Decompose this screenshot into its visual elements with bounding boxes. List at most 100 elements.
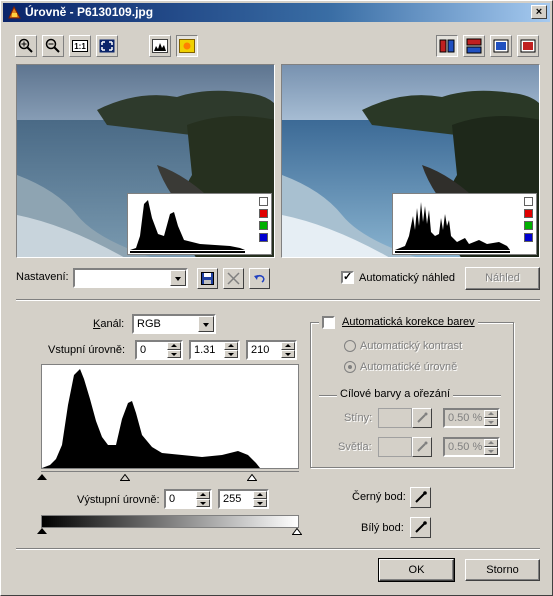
output-white-handle[interactable]	[292, 528, 302, 535]
eyedropper-icon	[417, 441, 428, 452]
spin-down-icon[interactable]	[484, 418, 498, 426]
input-gamma-spinner[interactable]: 1.31	[189, 340, 240, 360]
highlights-eyedropper-button[interactable]	[412, 437, 432, 457]
after-view-icon	[493, 39, 509, 53]
zoom-in-button[interactable]	[15, 35, 37, 57]
spin-down-icon[interactable]	[253, 499, 267, 507]
input-white-value: 210	[251, 344, 270, 356]
spin-up-icon[interactable]	[224, 342, 238, 350]
highlights-color-swatch[interactable]	[378, 437, 412, 457]
channel-swatch-green[interactable]	[524, 221, 533, 230]
spin-down-icon[interactable]	[484, 447, 498, 455]
preview-button[interactable]: Náhled	[465, 267, 540, 290]
settings-combo[interactable]	[73, 268, 188, 288]
split-vertical-view-button[interactable]	[436, 35, 458, 57]
spin-up-icon[interactable]	[484, 439, 498, 447]
single-preview-before-button[interactable]	[517, 35, 539, 57]
spin-up-icon[interactable]	[484, 410, 498, 418]
app-icon	[8, 5, 21, 19]
split-horizontal-icon	[466, 38, 482, 54]
spin-up-icon[interactable]	[196, 491, 210, 499]
input-white-spinner[interactable]: 210	[246, 340, 297, 360]
spin-up-icon[interactable]	[167, 342, 181, 350]
input-black-spinner[interactable]: 0	[135, 340, 183, 360]
output-levels-label: Výstupní úrovně:	[77, 494, 160, 506]
spin-up-icon[interactable]	[253, 491, 267, 499]
eyedropper-icon	[415, 491, 427, 503]
channel-swatch-blue[interactable]	[524, 233, 533, 242]
single-preview-after-button[interactable]	[490, 35, 512, 57]
channel-swatch-red[interactable]	[524, 209, 533, 218]
mini-histogram-after	[392, 193, 537, 255]
spin-down-icon[interactable]	[167, 350, 181, 358]
spin-down-icon[interactable]	[196, 499, 210, 507]
white-point-label: Bílý bod:	[361, 522, 404, 534]
output-gradient-bar	[41, 515, 299, 528]
channel-swatch-all[interactable]	[259, 197, 268, 206]
shadows-label: Stíny:	[344, 412, 373, 424]
auto-preview-label: Automatický náhled	[359, 272, 455, 284]
input-levels-label: Vstupní úrovně:	[48, 344, 126, 356]
histogram-shape	[42, 369, 260, 468]
histogram-toggle-button[interactable]	[149, 35, 171, 57]
spin-down-icon[interactable]	[224, 350, 238, 358]
auto-correct-label: Automatická korekce barev	[342, 316, 475, 328]
auto-levels-label: Automatické úrovně	[360, 361, 458, 373]
auto-correct-header: Automatická korekce barev	[319, 314, 478, 330]
channel-combo[interactable]: RGB	[132, 314, 216, 334]
input-black-handle[interactable]	[37, 474, 47, 480]
preview-after[interactable]	[281, 64, 540, 258]
highlight-clipping-button[interactable]	[176, 35, 198, 57]
spin-up-icon[interactable]	[281, 342, 295, 350]
auto-levels-radio[interactable]	[344, 361, 356, 373]
settings-label: Nastavení:	[16, 271, 69, 283]
output-black-value: 0	[169, 493, 176, 505]
close-button[interactable]: ×	[531, 5, 547, 19]
dropdown-arrow-icon[interactable]	[170, 270, 186, 286]
auto-preview-checkbox[interactable]	[341, 270, 354, 284]
spin-down-icon[interactable]	[281, 350, 295, 358]
mini-histogram-comb-shape	[395, 202, 510, 253]
input-gamma-handle[interactable]	[120, 474, 130, 481]
auto-correct-checkbox[interactable]	[322, 316, 335, 329]
channel-swatch-all[interactable]	[524, 197, 533, 206]
black-point-label: Černý bod:	[352, 491, 406, 503]
save-settings-button[interactable]	[197, 268, 218, 289]
slider-track	[41, 471, 299, 472]
highlights-value: 0.50 %	[448, 441, 483, 453]
white-point-eyedropper-button[interactable]	[410, 517, 431, 538]
output-white-value: 255	[223, 493, 242, 505]
delete-settings-button[interactable]	[223, 268, 244, 289]
black-point-eyedropper-button[interactable]	[410, 487, 431, 508]
mini-histogram-shape	[130, 200, 245, 253]
zoom-out-button[interactable]	[42, 35, 64, 57]
fit-window-button[interactable]	[96, 35, 118, 57]
highlights-spinner[interactable]: 0.50 %	[443, 437, 500, 457]
output-white-spinner[interactable]: 255	[218, 489, 269, 509]
input-black-value: 0	[140, 344, 147, 356]
floppy-disk-icon	[201, 272, 214, 285]
shadows-spinner[interactable]: 0.50 %	[443, 408, 500, 428]
channel-swatch-red[interactable]	[259, 209, 268, 218]
ok-button[interactable]: OK	[378, 558, 455, 582]
dropdown-arrow-icon[interactable]	[198, 316, 214, 332]
output-black-spinner[interactable]: 0	[164, 489, 212, 509]
target-title: Cílové barvy a ořezání	[337, 388, 454, 400]
auto-contrast-radio[interactable]	[344, 340, 356, 352]
shadows-color-swatch[interactable]	[378, 408, 412, 428]
cancel-button[interactable]: Storno	[465, 559, 540, 581]
channel-swatch-blue[interactable]	[259, 233, 268, 242]
eyedropper-icon	[415, 521, 427, 533]
split-horizontal-view-button[interactable]	[463, 35, 485, 57]
zoom-in-icon	[18, 38, 33, 53]
title-bar[interactable]: Úrovně - P6130109.jpg ×	[3, 3, 550, 22]
output-black-handle[interactable]	[37, 528, 47, 534]
actual-size-button[interactable]: 1:1	[69, 35, 91, 57]
input-white-handle[interactable]	[247, 474, 257, 481]
reset-settings-button[interactable]	[249, 268, 270, 289]
channel-swatch-green[interactable]	[259, 221, 268, 230]
histogram-icon	[152, 39, 168, 53]
preview-before[interactable]	[16, 64, 275, 258]
levels-histogram	[41, 364, 299, 469]
shadows-eyedropper-button[interactable]	[412, 408, 432, 428]
